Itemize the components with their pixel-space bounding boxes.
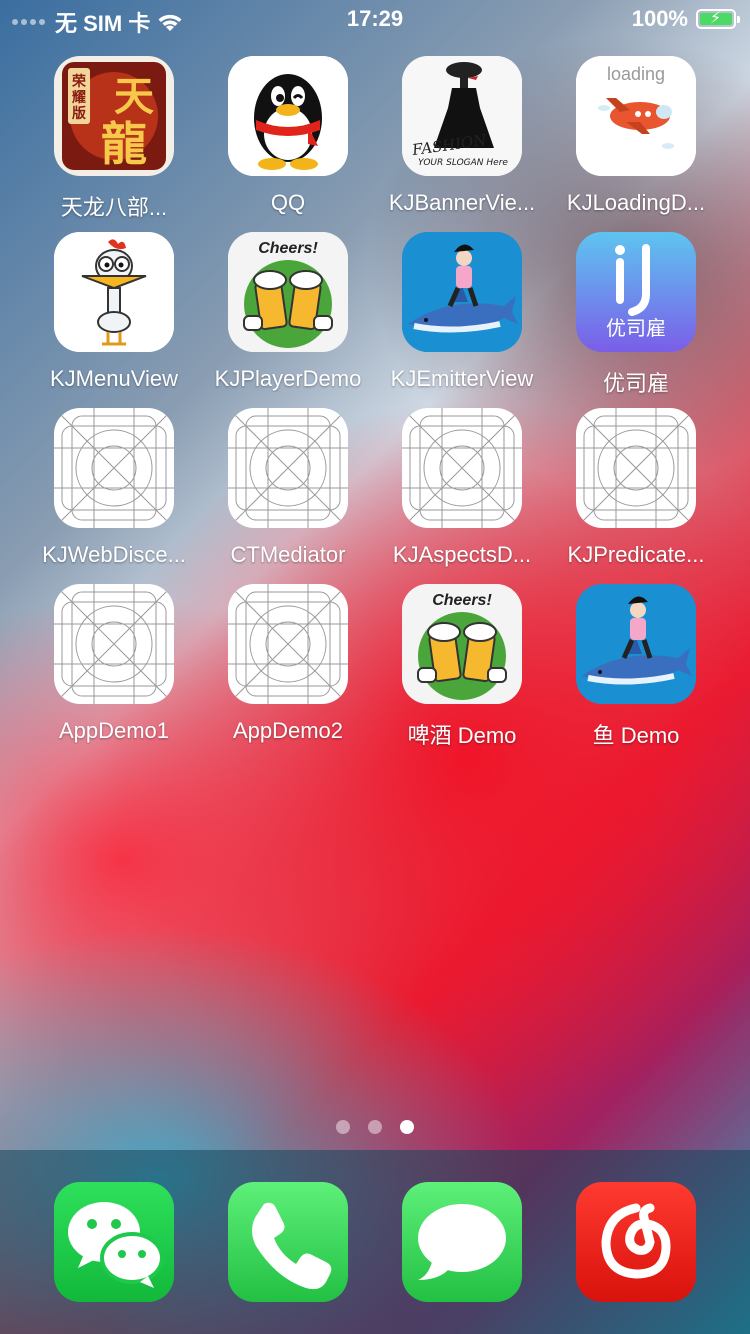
page-dot-active[interactable] [400, 1120, 414, 1134]
dock-app-messages[interactable] [375, 1182, 549, 1302]
app-label: KJMenuView [50, 366, 178, 391]
page-dot[interactable] [336, 1120, 350, 1134]
app-kjemitter[interactable]: KJEmitterView [375, 232, 549, 392]
app-label: KJAspectsD... [392, 542, 532, 567]
cheers-text: Cheers! [432, 592, 492, 609]
svg-text:天: 天 [114, 73, 154, 120]
status-bar: 无 SIM 卡 17:29 100% ⚡ [0, 0, 750, 40]
page-dot[interactable] [368, 1120, 382, 1134]
youguqi-app-icon[interactable]: 优司雇 [576, 232, 696, 352]
svg-text:龍: 龍 [101, 117, 147, 171]
app-label: KJLoadingD... [566, 190, 706, 215]
placeholder-grid-icon[interactable] [54, 408, 174, 528]
loading-text: loading [606, 64, 666, 84]
app-youguqi[interactable]: 优司雇 优司雇 [549, 232, 723, 398]
app-label: 天龙八部... [60, 195, 168, 220]
netease-music-icon[interactable] [576, 1182, 696, 1302]
charging-bolt-icon: ⚡ [710, 10, 722, 27]
slogan-text: YOUR SLOGAN Here [418, 158, 508, 168]
app-label: KJWebDisce... [42, 542, 186, 567]
placeholder-grid-icon[interactable] [402, 408, 522, 528]
app-label: 啤酒 Demo [407, 723, 517, 748]
battery-area: 100% ⚡ [631, 6, 740, 32]
battery-percent: 100% [631, 6, 688, 31]
messages-icon[interactable] [402, 1182, 522, 1302]
app-ctmediator[interactable]: CTMediator [201, 408, 375, 568]
app-kjpredicate[interactable]: KJPredicate... [549, 408, 723, 568]
placeholder-grid-icon[interactable] [576, 408, 696, 528]
placeholder-grid-icon[interactable] [54, 584, 174, 704]
app-appdemo2[interactable]: AppDemo2 [201, 584, 375, 744]
cheers-text: Cheers! [258, 240, 318, 257]
app-label: 鱼 Demo [592, 723, 680, 748]
app-label: KJEmitterView [390, 366, 534, 391]
placeholder-grid-icon[interactable] [228, 584, 348, 704]
chicken-cartoon-icon[interactable] [54, 232, 174, 352]
app-tianlong[interactable]: 荣 耀 版 天 龍 天龙八部... [27, 56, 201, 222]
dock-app-phone[interactable] [201, 1182, 375, 1302]
fashion-dress-icon[interactable]: FASHION YOUR SLOGAN Here [402, 56, 522, 176]
dock [0, 1150, 750, 1334]
app-label: AppDemo2 [232, 718, 344, 743]
youguqi-text: 优司雇 [606, 318, 666, 340]
battery-icon: ⚡ [696, 9, 740, 29]
app-label: KJBannerVie... [388, 190, 536, 215]
tianlong-game-icon[interactable]: 荣 耀 版 天 龍 [54, 56, 174, 176]
app-kjloading[interactable]: loading KJLoadingD... [549, 56, 723, 216]
app-fish-demo[interactable]: 鱼 Demo [549, 584, 723, 750]
placeholder-grid-icon[interactable] [228, 408, 348, 528]
dock-app-netease-music[interactable] [549, 1182, 723, 1302]
phone-icon[interactable] [228, 1182, 348, 1302]
app-label: AppDemo1 [58, 718, 170, 743]
app-label: KJPlayerDemo [214, 366, 362, 391]
svg-text:荣: 荣 [71, 73, 87, 90]
page-indicator[interactable] [0, 1120, 750, 1134]
app-label: KJPredicate... [567, 542, 705, 567]
beer-cheers-icon[interactable]: Cheers! [228, 232, 348, 352]
app-kjplayer[interactable]: Cheers! KJPlayerDemo [201, 232, 375, 392]
app-kjmenu[interactable]: KJMenuView [27, 232, 201, 392]
app-label: CTMediator [230, 542, 346, 567]
svg-text:耀: 耀 [72, 90, 86, 106]
shark-rider-icon[interactable] [576, 584, 696, 704]
app-kjbanner[interactable]: FASHION YOUR SLOGAN Here KJBannerVie... [375, 56, 549, 216]
app-qq[interactable]: QQ [201, 56, 375, 216]
qq-penguin-icon[interactable] [228, 56, 348, 176]
app-kjwebdiscern[interactable]: KJWebDisce... [27, 408, 201, 568]
wechat-icon[interactable] [54, 1182, 174, 1302]
app-appdemo1[interactable]: AppDemo1 [27, 584, 201, 744]
dock-app-wechat[interactable] [27, 1182, 201, 1302]
app-kjaspects[interactable]: KJAspectsD... [375, 408, 549, 568]
app-label: QQ [270, 190, 306, 215]
app-beer-demo[interactable]: Cheers! 啤酒 Demo [375, 584, 549, 750]
svg-text:版: 版 [72, 105, 86, 122]
shark-rider-icon[interactable] [402, 232, 522, 352]
beer-cheers-icon[interactable]: Cheers! [402, 584, 522, 704]
loading-airplane-icon[interactable]: loading [576, 56, 696, 176]
app-label: 优司雇 [602, 371, 669, 396]
